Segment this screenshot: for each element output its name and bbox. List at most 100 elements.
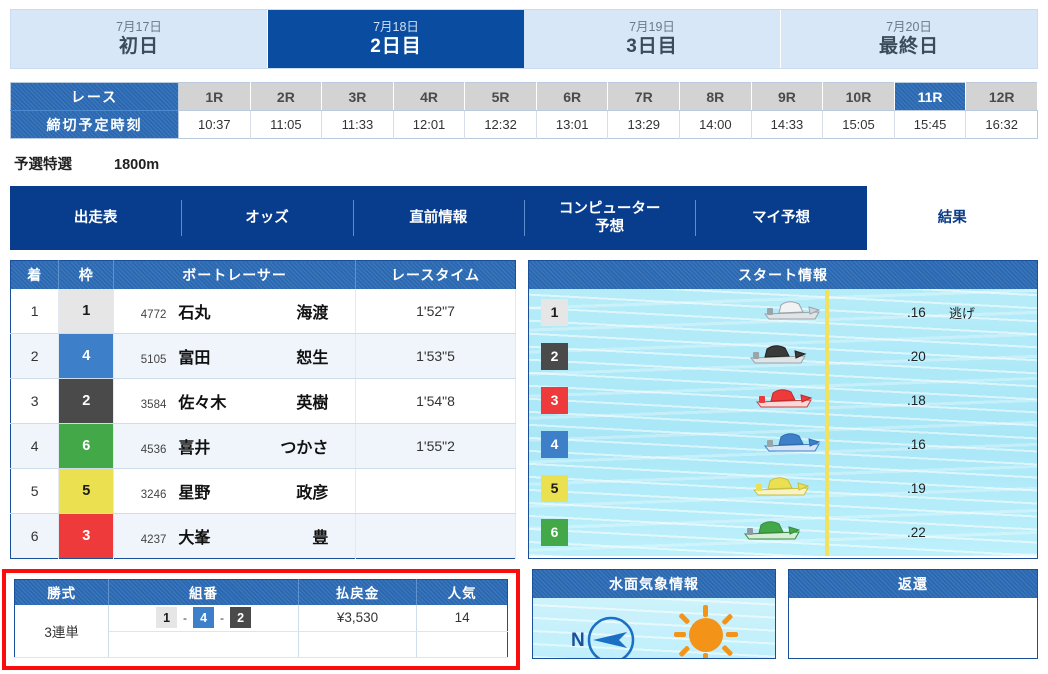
results-header-frame: 枠 xyxy=(58,260,115,289)
result-racer[interactable]: 3584 佐々木 英樹 xyxy=(113,378,357,424)
race-cell-11r[interactable]: 11R xyxy=(894,82,967,111)
table-row[interactable]: 5 5 3246 星野 政彦 xyxy=(10,468,516,514)
results-header-rank: 着 xyxy=(10,260,60,289)
race-cell-7r[interactable]: 7R xyxy=(607,82,681,111)
start-info-panel: スタート情報 1 .16 逃げ 2 .20 3 .18 4 .16 5 .19 … xyxy=(528,260,1038,559)
deadline-2r[interactable]: 11:05 xyxy=(250,110,323,139)
deadline-5r[interactable]: 12:32 xyxy=(464,110,537,139)
race-row-label: レース xyxy=(10,82,179,111)
result-racer[interactable]: 4536 喜井 つかさ xyxy=(113,423,357,469)
combo-separator: - xyxy=(220,610,225,625)
table-row[interactable]: 2 4 5105 富田 恕生 1'53"5 xyxy=(10,333,516,379)
deadline-1r[interactable]: 10:37 xyxy=(178,110,251,139)
deadline-3r[interactable]: 11:33 xyxy=(321,110,394,139)
tab-computer-forecast[interactable]: コンピューター 予想 xyxy=(523,186,695,250)
tab-results[interactable]: 結果 xyxy=(866,186,1038,250)
start-lane-row: 4 .16 xyxy=(529,423,1037,465)
tab-label: 結果 xyxy=(937,209,967,226)
payout-bet-type: 3連単 xyxy=(14,605,110,658)
tab-label: 直前情報 xyxy=(409,209,468,226)
deadline-7r[interactable]: 13:29 xyxy=(607,110,681,139)
results-table: 着 枠 ボートレーサー レースタイム 1 1 4772 石丸 海渡 1'52"7… xyxy=(10,260,516,559)
race-grade: 予選特選 xyxy=(14,157,72,173)
table-row[interactable]: 1 1 4772 石丸 海渡 1'52"7 xyxy=(10,288,516,334)
boat-icon xyxy=(750,473,814,504)
result-race-time: 1'52"7 xyxy=(355,288,516,334)
race-cell-3r[interactable]: 3R xyxy=(321,82,394,111)
day-tab-label: 最終日 xyxy=(878,35,939,57)
payout-header-combo: 組番 xyxy=(108,579,299,605)
result-race-time xyxy=(355,468,516,514)
day-tab-1[interactable]: 7月18日 2日目 xyxy=(268,10,524,68)
result-frame: 2 xyxy=(58,378,115,424)
race-cell-1r[interactable]: 1R xyxy=(178,82,251,111)
race-cell-6r[interactable]: 6R xyxy=(536,82,609,111)
start-timing: .16 xyxy=(907,436,926,452)
racer-given-name: 恕生 xyxy=(296,349,329,367)
day-tab-label: 2日目 xyxy=(370,35,422,57)
table-row[interactable]: 6 3 4237 大峯 豊 xyxy=(10,513,516,558)
compass-icon: N xyxy=(569,612,641,658)
combo-separator: - xyxy=(183,610,188,625)
race-number-row: レース 1R 2R 3R 4R 5R 6R 7R 8R 9R 10R 11R 1… xyxy=(10,82,1038,111)
deadline-4r[interactable]: 12:01 xyxy=(393,110,466,139)
boat-icon xyxy=(761,297,825,328)
race-cell-5r[interactable]: 5R xyxy=(464,82,537,111)
result-racer[interactable]: 3246 星野 政彦 xyxy=(113,468,357,514)
main-panels: 着 枠 ボートレーサー レースタイム 1 1 4772 石丸 海渡 1'52"7… xyxy=(10,260,1038,559)
tab-label: 出走表 xyxy=(73,209,118,226)
combo-number-3: 2 xyxy=(230,607,252,629)
payout-combination-empty xyxy=(108,631,299,658)
race-distance: 1800m xyxy=(114,157,160,173)
deadline-10r[interactable]: 15:05 xyxy=(822,110,895,139)
result-rank: 2 xyxy=(10,333,60,379)
race-cell-2r[interactable]: 2R xyxy=(250,82,323,111)
race-cell-9r[interactable]: 9R xyxy=(751,82,824,111)
tab-odds[interactable]: オッズ xyxy=(181,186,352,250)
payout-popularity: 14 xyxy=(416,605,508,632)
table-row[interactable]: 3 2 3584 佐々木 英樹 1'54"8 xyxy=(10,378,516,424)
day-tab-0[interactable]: 7月17日 初日 xyxy=(11,10,268,68)
deadline-11r[interactable]: 15:45 xyxy=(894,110,967,139)
result-racer[interactable]: 4237 大峯 豊 xyxy=(113,513,357,558)
result-racer[interactable]: 5105 富田 恕生 xyxy=(113,333,357,379)
deadline-8r[interactable]: 14:00 xyxy=(679,110,752,139)
content-tabs: 出走表 オッズ 直前情報 コンピューター 予想 マイ予想 結果 xyxy=(10,186,1038,250)
result-rank: 1 xyxy=(10,288,60,334)
tab-my-forecast[interactable]: マイ予想 xyxy=(695,186,866,250)
weather-title: 水面気象情報 xyxy=(533,569,775,598)
result-frame: 6 xyxy=(58,423,115,469)
table-row[interactable]: 4 6 4536 喜井 つかさ 1'55"2 xyxy=(10,423,516,469)
start-lane-row: 5 .19 xyxy=(529,467,1037,509)
race-cell-4r[interactable]: 4R xyxy=(393,82,466,111)
refund-title: 返還 xyxy=(789,569,1037,598)
result-racer[interactable]: 4772 石丸 海渡 xyxy=(113,288,357,334)
race-cell-12r[interactable]: 12R xyxy=(965,82,1038,111)
payout-amount-empty xyxy=(298,631,418,658)
race-title: 予選特選 1800m xyxy=(14,153,1048,174)
result-frame: 3 xyxy=(58,513,115,558)
deadline-9r[interactable]: 14:33 xyxy=(751,110,824,139)
start-timing: .18 xyxy=(907,392,926,408)
day-tab-2[interactable]: 7月19日 3日目 xyxy=(524,10,781,68)
result-race-time: 1'54"8 xyxy=(355,378,516,424)
tab-entry-list[interactable]: 出走表 xyxy=(10,186,181,250)
racer-given-name: つかさ xyxy=(280,439,329,457)
deadline-6r[interactable]: 13:01 xyxy=(536,110,609,139)
frame-badge: 3 xyxy=(59,513,114,558)
tab-latest-info[interactable]: 直前情報 xyxy=(352,186,524,250)
racer-given-name: 海渡 xyxy=(296,304,329,322)
race-cell-10r[interactable]: 10R xyxy=(822,82,895,111)
payout-highlight-box: 勝式 組番 払戻金 人気 3連単 1 - 4 - 2 ¥3,530 14 xyxy=(2,568,520,670)
refund-body xyxy=(789,597,1037,658)
day-tab-3[interactable]: 7月20日 最終日 xyxy=(781,10,1037,68)
svg-text:N: N xyxy=(571,630,585,651)
race-cell-8r[interactable]: 8R xyxy=(679,82,752,111)
deadline-12r[interactable]: 16:32 xyxy=(965,110,1038,139)
racer-reg-no: 4536 xyxy=(140,443,167,456)
frame-badge: 2 xyxy=(59,378,114,423)
result-race-time: 1'53"5 xyxy=(355,333,516,379)
result-race-time xyxy=(355,513,516,558)
racer-given-name: 政彦 xyxy=(296,484,329,502)
day-tab-date: 7月18日 xyxy=(373,20,419,35)
